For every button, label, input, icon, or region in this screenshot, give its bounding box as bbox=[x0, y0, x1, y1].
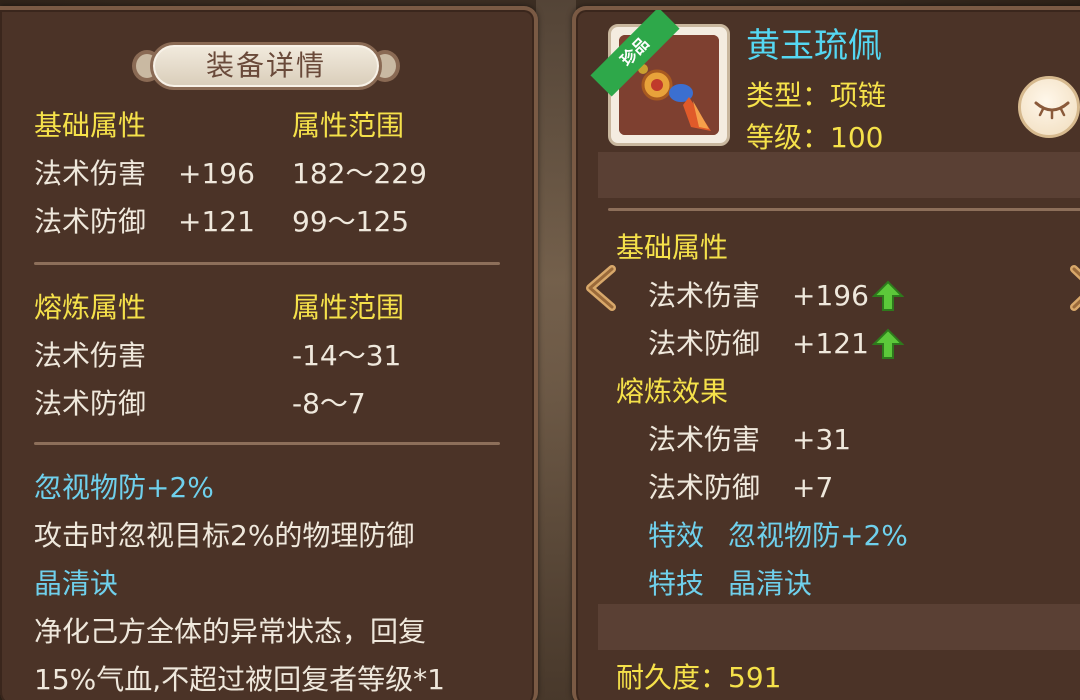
smelt-attr-name: 法术防御 bbox=[34, 387, 147, 420]
panel-title-banner: 装备详情 bbox=[132, 36, 400, 96]
eye-toggle-button[interactable] bbox=[1018, 76, 1080, 138]
special-skill-description-line1: 净化己方全体的异常状态，回复 bbox=[34, 615, 427, 648]
durability: 耐久度：591 bbox=[616, 661, 782, 694]
smelt-attr-name: 法术防御 bbox=[648, 471, 761, 504]
smelt-attributes-header: 熔炼属性 bbox=[34, 291, 147, 324]
item-tooltip-panel: 珍品 黄玉琉佩 类型：项链 等级：100 基础属性 法术伤害 +196 法术防御… bbox=[572, 6, 1080, 700]
attr-value: +196 bbox=[178, 157, 255, 190]
special-effect-description: 攻击时忽视目标2%的物理防御 bbox=[34, 519, 415, 552]
background-scene-strip bbox=[536, 0, 576, 700]
item-icon-slot[interactable]: 珍品 bbox=[590, 10, 730, 146]
item-level: 等级：100 bbox=[746, 121, 884, 154]
chevron-left-icon bbox=[586, 265, 616, 311]
next-item-button[interactable] bbox=[1068, 265, 1080, 311]
smelt-effect-header: 熔炼效果 bbox=[616, 375, 729, 408]
empty-info-bar bbox=[598, 152, 1080, 198]
item-type: 类型：项链 bbox=[746, 79, 887, 112]
special-effect-name: 忽视物防+2% bbox=[34, 471, 214, 504]
item-name: 黄玉琉佩 bbox=[746, 26, 882, 66]
green-up-arrow-icon bbox=[872, 328, 904, 359]
green-up-arrow-icon bbox=[872, 280, 904, 311]
attr-value: +196 bbox=[792, 279, 869, 312]
special-skill-value: 晶清诀 bbox=[728, 567, 813, 600]
smelt-attr-name: 法术伤害 bbox=[34, 339, 147, 372]
special-skill-description-line2: 15%气血,不超过被回复者等级*1 bbox=[34, 663, 445, 696]
attr-name: 法术伤害 bbox=[34, 157, 147, 190]
smelt-attr-range: -8～7 bbox=[292, 387, 366, 420]
section-divider bbox=[608, 208, 1080, 211]
attr-range: 99～125 bbox=[292, 205, 410, 238]
base-attributes-header: 基础属性 bbox=[616, 231, 729, 264]
closed-eye-icon bbox=[1034, 101, 1070, 120]
attr-name: 法术防御 bbox=[648, 327, 761, 360]
panel-title: 装备详情 bbox=[205, 49, 326, 82]
section-divider bbox=[34, 262, 500, 265]
attr-name: 法术伤害 bbox=[648, 279, 761, 312]
equipment-details-panel: 装备详情 基础属性 属性范围 法术伤害 +196 182～229 法术防御 +1… bbox=[0, 6, 538, 700]
attr-value: +121 bbox=[792, 327, 869, 360]
special-skill-name: 晶清诀 bbox=[34, 567, 119, 600]
special-effect-label: 特效 bbox=[648, 519, 705, 552]
smelt-attr-value: +31 bbox=[792, 423, 852, 456]
empty-info-bar bbox=[598, 604, 1080, 650]
attr-range: 182～229 bbox=[292, 157, 427, 190]
chevron-right-icon bbox=[1070, 265, 1080, 311]
section-divider bbox=[34, 442, 500, 445]
special-skill-label: 特技 bbox=[648, 567, 705, 600]
attr-value: +121 bbox=[178, 205, 255, 238]
base-attributes-header: 基础属性 bbox=[34, 109, 147, 142]
attr-name: 法术防御 bbox=[34, 205, 147, 238]
attribute-range-header: 属性范围 bbox=[292, 109, 405, 142]
previous-item-button[interactable] bbox=[582, 265, 618, 311]
smelt-attr-value: +7 bbox=[792, 471, 834, 504]
smelt-attr-range: -14～31 bbox=[292, 339, 402, 372]
smelt-attr-name: 法术伤害 bbox=[648, 423, 761, 456]
special-effect-value: 忽视物防+2% bbox=[728, 519, 908, 552]
smelt-range-header: 属性范围 bbox=[292, 291, 405, 324]
